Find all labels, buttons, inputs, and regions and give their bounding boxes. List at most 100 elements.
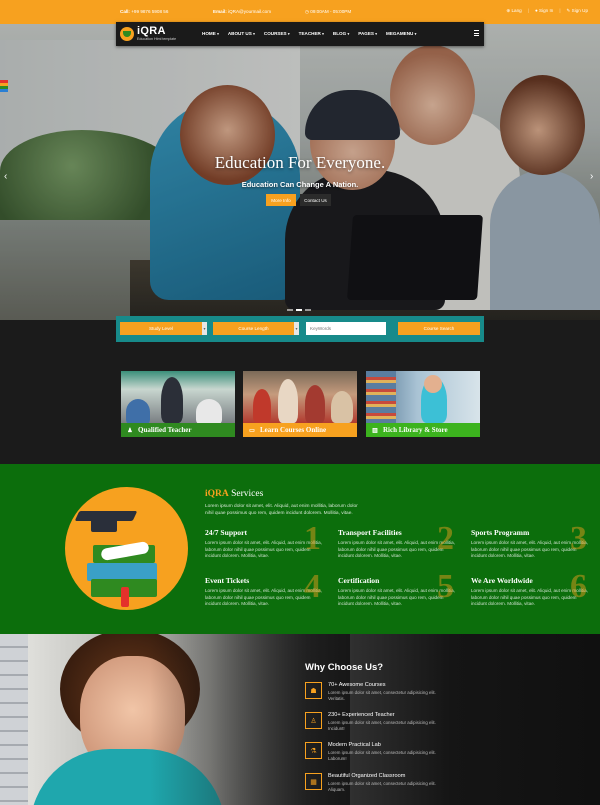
- service-item: 4 Event Tickets Lorem ipsum dolor sit am…: [205, 568, 323, 608]
- feature-image: [366, 371, 480, 423]
- graduation-cap-base: [91, 518, 117, 532]
- slider-dot[interactable]: [305, 309, 311, 311]
- menu-icon[interactable]: [474, 30, 479, 36]
- teacher-icon: ♙: [305, 712, 322, 729]
- chevron-down-icon: ▾: [202, 322, 207, 335]
- why-item-desc: Lorem ipsum dolor sit amet, consectetur …: [328, 781, 436, 793]
- book-icon: ▭: [249, 427, 255, 434]
- logo-icon: [120, 27, 134, 41]
- student-figure: [253, 389, 271, 423]
- why-item-desc: Lorem ipsum dolor sit amet, consectetur …: [328, 750, 436, 762]
- feature-label: Rich Library & Store: [383, 426, 448, 434]
- nav-item-blog[interactable]: BLOG ▾: [333, 31, 349, 36]
- logo-name: iQRA: [137, 25, 166, 37]
- nav-item-label: BLOG: [332, 31, 347, 36]
- nav-item-megamenu[interactable]: MEGAMENU ▾: [386, 31, 416, 36]
- study-level-label: Study Level: [148, 326, 173, 331]
- hero-student-3-head: [390, 45, 475, 145]
- teacher-figure: [161, 377, 183, 423]
- services-intro: Lorem ipsum dolor sit amet, elit. Aliqui…: [205, 504, 358, 516]
- why-item-title: Beautiful Organized Classroom: [328, 773, 406, 779]
- nav-item-home[interactable]: HOME ▾: [202, 31, 219, 36]
- nav-item-pages[interactable]: PAGES ▾: [358, 31, 377, 36]
- why-item-desc: Lorem ipsum dolor sit amet, consectetur …: [328, 720, 436, 732]
- globe-icon: ⊕: [506, 8, 511, 13]
- service-item: 3 Sports Programm Lorem ipsum dolor sit …: [471, 520, 589, 560]
- bookshelf: [366, 371, 396, 423]
- course-search-button[interactable]: Course Search: [398, 322, 480, 335]
- why-title: Why Choose Us?: [305, 662, 384, 673]
- nav-item-courses[interactable]: COURSES ▾: [264, 31, 290, 36]
- hero-student-4: [490, 170, 600, 310]
- phone-number: +99 9876 5908 56: [131, 9, 169, 14]
- service-item: 5 Certification Lorem ipsum dolor sit am…: [338, 568, 456, 608]
- services-section: iQRA Services Lorem ipsum dolor sit amet…: [0, 464, 600, 634]
- course-length-select[interactable]: Course Length ▾: [213, 322, 299, 335]
- slider-dot-active[interactable]: [296, 309, 302, 311]
- feature-image: [121, 371, 235, 425]
- student-head: [424, 375, 442, 393]
- site-logo[interactable]: iQRA Education Html template: [120, 25, 200, 43]
- services-title: iQRA Services: [205, 489, 263, 499]
- services-illustration: [65, 487, 188, 610]
- hero-student-2: [285, 170, 445, 310]
- chevron-down-icon: ▾: [375, 32, 378, 36]
- lang-link[interactable]: ⊕ Lang: [506, 8, 521, 14]
- service-number: 2: [437, 520, 454, 557]
- feature-image: [243, 371, 357, 423]
- top-bar: Call: +99 9876 5908 56 Email: iQRA@yourm…: [0, 0, 600, 24]
- nav-menu: HOME ▾ ABOUT US ▾ COURSES ▾ TEACHER ▾ BL…: [202, 31, 416, 36]
- color-switcher-icon[interactable]: [0, 80, 8, 92]
- service-number: 4: [304, 568, 321, 605]
- keywords-input[interactable]: [306, 322, 386, 335]
- classroom-icon: ▦: [305, 773, 322, 790]
- email-label: Email:: [213, 9, 227, 14]
- student-figure: [278, 379, 298, 423]
- feature-bar: ▭ Learn Courses Online: [243, 423, 357, 437]
- more-info-button[interactable]: More Info: [266, 194, 296, 206]
- nav-item-label: ABOUT US: [227, 31, 252, 36]
- hero-background-trees: [0, 130, 180, 220]
- why-item: ♙ 230+ Experienced Teacher Lorem ipsum d…: [305, 712, 455, 738]
- hero-student-2-head: [310, 95, 395, 190]
- bookshelf-image: [0, 634, 28, 805]
- slider-dots: [287, 309, 311, 311]
- nav-item-teacher[interactable]: TEACHER ▾: [299, 31, 324, 36]
- user-icon: ●: [534, 8, 538, 13]
- feature-card-qualified-teacher[interactable]: ♟ Qualified Teacher: [121, 371, 235, 437]
- feature-bar: ♟ Qualified Teacher: [121, 423, 235, 437]
- feature-card-rich-library[interactable]: ▥ Rich Library & Store: [366, 371, 480, 437]
- library-icon: ▥: [372, 427, 378, 434]
- service-item: 1 24/7 Support Lorem ipsum dolor sit ame…: [205, 520, 323, 560]
- sign-up-link[interactable]: ✎ Sign Up: [567, 8, 588, 14]
- nav-item-about[interactable]: ABOUT US ▾: [228, 31, 255, 36]
- slider-dot[interactable]: [287, 309, 293, 311]
- edit-icon: ✎: [566, 8, 571, 13]
- nav-item-label: MEGAMENU: [386, 31, 414, 36]
- feature-label: Learn Courses Online: [260, 426, 327, 434]
- divider: |: [559, 8, 561, 13]
- service-item: 2 Transport Facilities Lorem ipsum dolor…: [338, 520, 456, 560]
- study-level-select[interactable]: Study Level ▾: [120, 322, 207, 335]
- chevron-right-icon[interactable]: ›: [590, 171, 593, 182]
- student-figure: [196, 399, 222, 425]
- sign-up-label: Sign Up: [571, 8, 588, 13]
- phone-info: Call: +99 9876 5908 56: [120, 9, 168, 14]
- chevron-down-icon: ▾: [347, 32, 350, 36]
- feature-card-learn-courses[interactable]: ▭ Learn Courses Online: [243, 371, 357, 437]
- chevron-down-icon: ▾: [217, 32, 219, 36]
- divider: |: [527, 8, 529, 13]
- services-heading: Services: [231, 489, 264, 499]
- sign-in-link[interactable]: ● Sign In: [535, 8, 553, 14]
- phone-label: Call:: [120, 9, 130, 14]
- feature-label: Qualified Teacher: [138, 426, 192, 434]
- feature-bar: ▥ Rich Library & Store: [366, 423, 480, 437]
- chevron-left-icon[interactable]: ‹: [4, 171, 7, 182]
- why-choose-us-section: Why Choose Us? ☗ 70+ Awesome Courses Lor…: [0, 634, 600, 805]
- sign-in-label: Sign In: [539, 8, 554, 13]
- why-item-desc: Lorem ipsum dolor sit amet, consectetur …: [328, 690, 436, 702]
- contact-us-button[interactable]: Contact Us: [300, 194, 331, 206]
- hours-text: 09:00AM - 05:00PM: [310, 9, 352, 14]
- lang-label: Lang: [511, 8, 522, 13]
- hero-title: Education For Everyone.: [214, 153, 386, 172]
